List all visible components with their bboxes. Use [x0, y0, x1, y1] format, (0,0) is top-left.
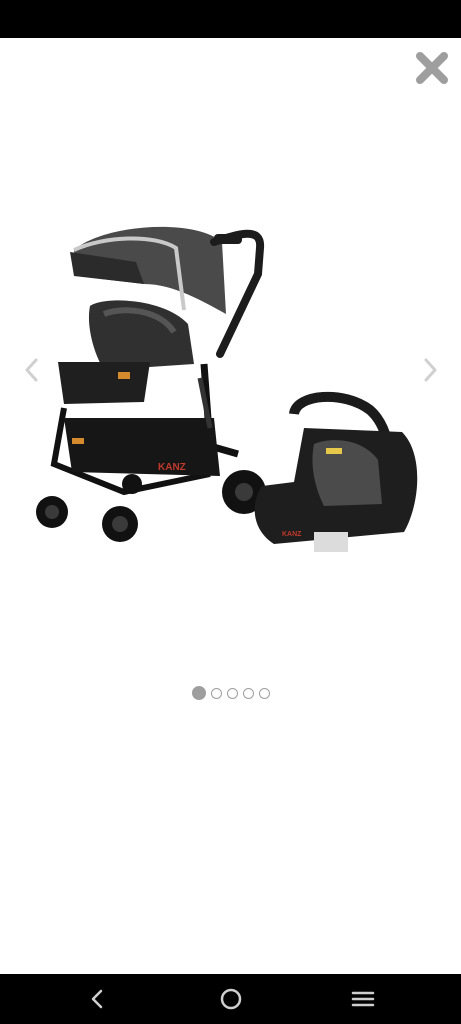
brand-label: KANZ — [158, 462, 186, 473]
pagination-dot[interactable] — [226, 687, 238, 699]
home-button[interactable] — [216, 984, 246, 1014]
recents-icon — [351, 991, 375, 1007]
previous-image-button[interactable] — [20, 355, 44, 385]
image-carousel[interactable]: KANZ KANZ — [0, 200, 461, 600]
back-button[interactable] — [82, 984, 112, 1014]
pagination-dot[interactable] — [242, 687, 254, 699]
chevron-left-icon — [25, 358, 38, 382]
carseat-brand-label: KANZ — [282, 531, 302, 538]
image-viewer-screen: KANZ KANZ — [0, 0, 461, 1024]
product-photo: KANZ KANZ — [36, 226, 418, 552]
system-navigation-bar — [0, 974, 461, 1024]
pagination-dot[interactable] — [191, 686, 206, 700]
next-image-button[interactable] — [418, 355, 442, 385]
status-bar — [0, 0, 461, 38]
chevron-right-icon — [424, 358, 437, 382]
close-icon — [416, 52, 448, 84]
recents-button[interactable] — [348, 984, 378, 1014]
close-button[interactable] — [412, 48, 452, 88]
pagination-dot[interactable] — [210, 687, 222, 699]
home-icon — [220, 988, 242, 1010]
back-icon — [91, 989, 103, 1009]
pagination-dot[interactable] — [258, 687, 270, 699]
pagination-dots — [0, 685, 461, 701]
